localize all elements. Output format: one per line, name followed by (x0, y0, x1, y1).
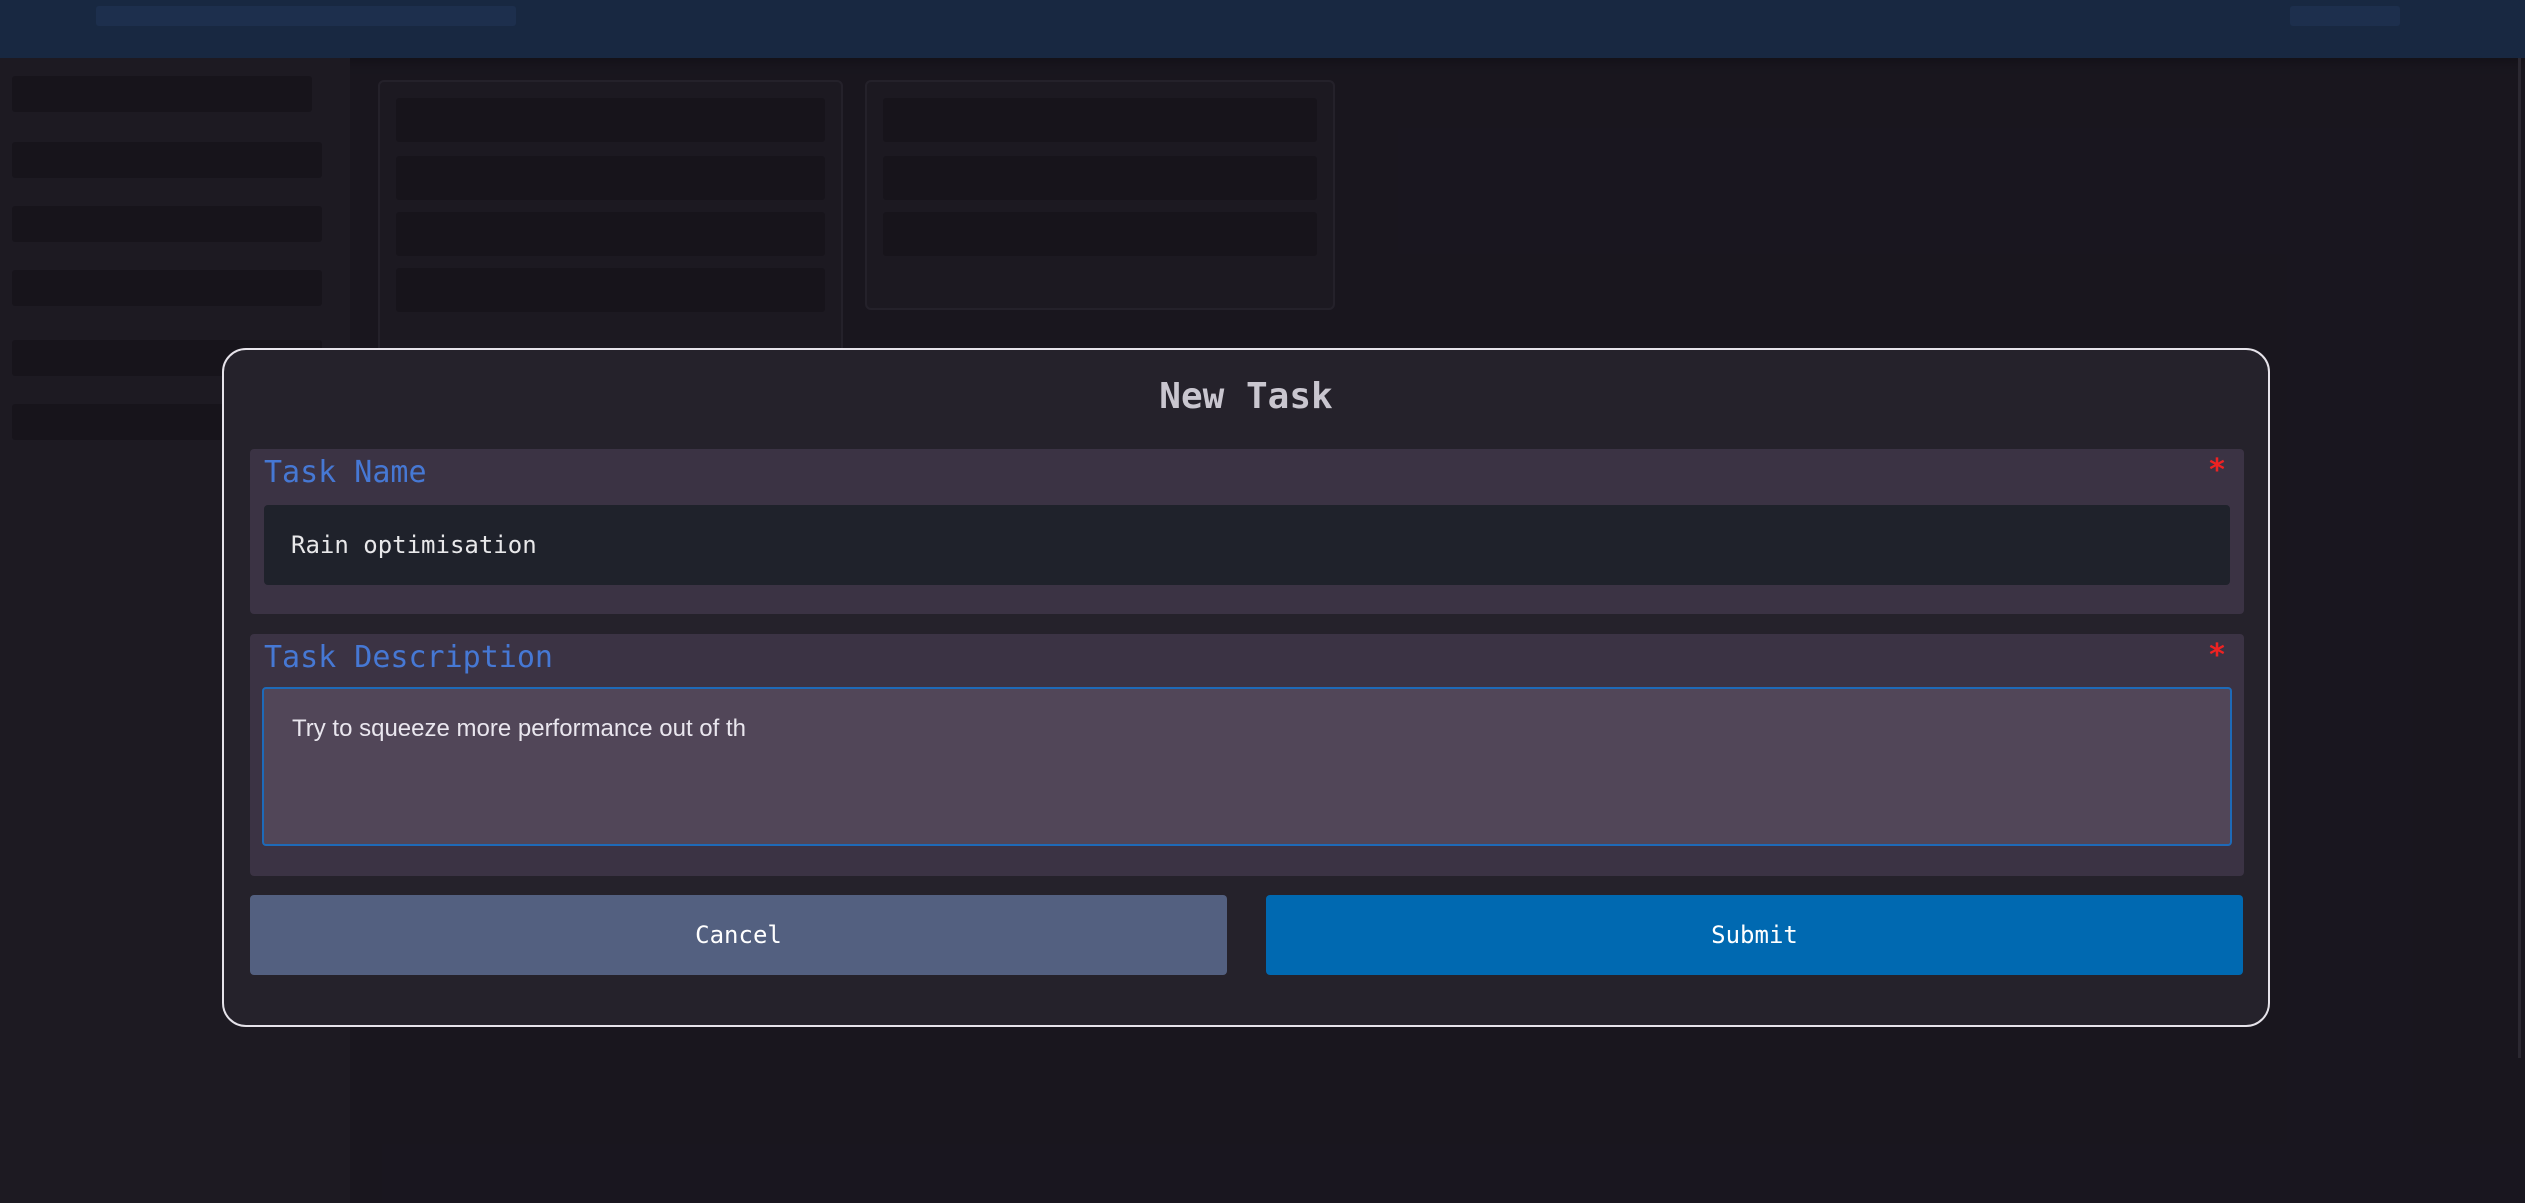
task-name-input[interactable]: Rain optimisation (264, 505, 2230, 585)
new-task-dialog: New Task Task Name * Rain optimisation T… (222, 348, 2270, 1027)
task-name-field: Task Name * Rain optimisation (250, 449, 2244, 614)
required-indicator: * (2207, 453, 2226, 488)
task-description-textarea[interactable]: Try to squeeze more performance out of t… (262, 687, 2232, 846)
task-description-field: Task Description * Try to squeeze more p… (250, 634, 2244, 876)
task-description-label: Task Description (264, 640, 553, 675)
task-name-label: Task Name (264, 455, 427, 490)
required-indicator: * (2207, 638, 2226, 673)
cancel-button[interactable]: Cancel (250, 895, 1227, 975)
dialog-title: New Task (1159, 376, 1333, 417)
submit-button[interactable]: Submit (1266, 895, 2243, 975)
